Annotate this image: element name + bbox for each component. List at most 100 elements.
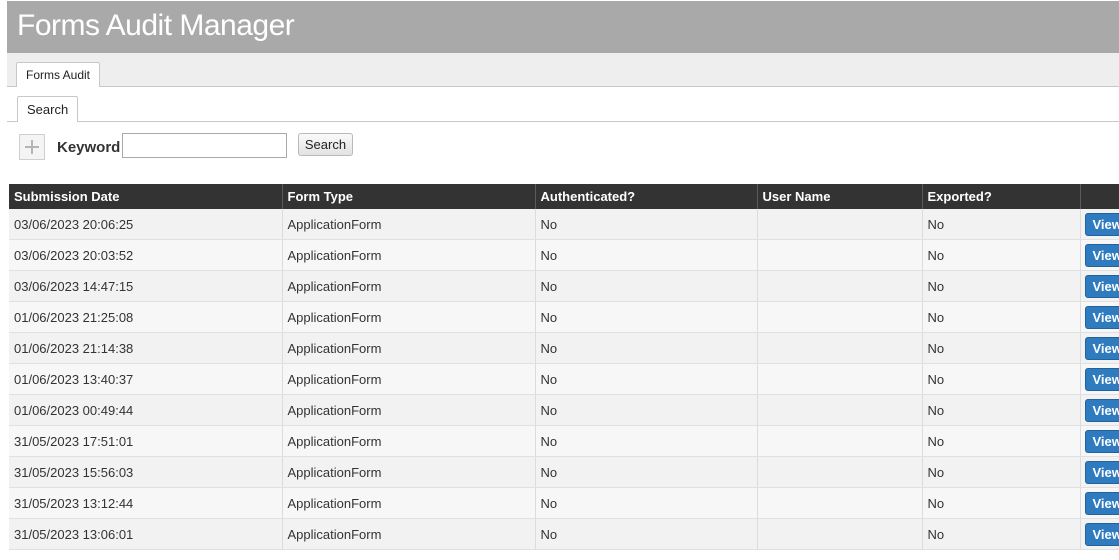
cell-submission-date: 01/06/2023 13:40:37 (9, 364, 282, 395)
cell-actions: View (1080, 302, 1119, 333)
cell-exported: No (922, 457, 1080, 488)
app-header: Forms Audit Manager (7, 1, 1119, 53)
table-row: 31/05/2023 13:12:44ApplicationFormNoNoVi… (9, 488, 1119, 519)
view-button[interactable]: View (1085, 523, 1119, 546)
cell-exported: No (922, 364, 1080, 395)
cell-exported: No (922, 488, 1080, 519)
table-header-row: Submission Date Form Type Authenticated?… (9, 184, 1119, 209)
cell-form-type: ApplicationForm (282, 302, 535, 333)
view-button[interactable]: View (1085, 368, 1119, 391)
cell-authenticated: No (535, 395, 757, 426)
column-header-user-name[interactable]: User Name (757, 184, 922, 209)
table-row: 01/06/2023 21:25:08ApplicationFormNoNoVi… (9, 302, 1119, 333)
cell-actions: View (1080, 240, 1119, 271)
cell-exported: No (922, 519, 1080, 550)
table-row: 01/06/2023 13:40:37ApplicationFormNoNoVi… (9, 364, 1119, 395)
cell-form-type: ApplicationForm (282, 488, 535, 519)
cell-authenticated: No (535, 364, 757, 395)
keyword-label: Keyword (57, 139, 120, 156)
cell-submission-date: 01/06/2023 21:25:08 (9, 302, 282, 333)
keyword-input[interactable] (122, 133, 287, 158)
table-row: 01/06/2023 00:49:44ApplicationFormNoNoVi… (9, 395, 1119, 426)
cell-actions: View (1080, 395, 1119, 426)
cell-user-name (757, 488, 922, 519)
cell-user-name (757, 395, 922, 426)
column-header-exported[interactable]: Exported? (922, 184, 1080, 209)
cell-form-type: ApplicationForm (282, 333, 535, 364)
cell-exported: No (922, 426, 1080, 457)
cell-user-name (757, 271, 922, 302)
view-button[interactable]: View (1085, 275, 1119, 298)
view-button[interactable]: View (1085, 399, 1119, 422)
cell-actions: View (1080, 426, 1119, 457)
column-header-submission-date[interactable]: Submission Date (9, 184, 282, 209)
cell-actions: View (1080, 364, 1119, 395)
cell-actions: View (1080, 457, 1119, 488)
cell-user-name (757, 240, 922, 271)
cell-user-name (757, 209, 922, 240)
cell-user-name (757, 519, 922, 550)
cell-actions: View (1080, 333, 1119, 364)
table-row: 03/06/2023 14:47:15ApplicationFormNoNoVi… (9, 271, 1119, 302)
cell-exported: No (922, 333, 1080, 364)
view-button[interactable]: View (1085, 213, 1119, 236)
cell-actions: View (1080, 488, 1119, 519)
cell-form-type: ApplicationForm (282, 519, 535, 550)
tab-search[interactable]: Search (17, 96, 78, 122)
view-button[interactable]: View (1085, 492, 1119, 515)
cell-submission-date: 03/06/2023 14:47:15 (9, 271, 282, 302)
table-row: 31/05/2023 17:51:01ApplicationFormNoNoVi… (9, 426, 1119, 457)
view-button[interactable]: View (1085, 461, 1119, 484)
view-button[interactable]: View (1085, 430, 1119, 453)
cell-authenticated: No (535, 271, 757, 302)
app-title: Forms Audit Manager (17, 9, 294, 43)
cell-exported: No (922, 209, 1080, 240)
plus-icon (24, 139, 40, 155)
cell-submission-date: 01/06/2023 00:49:44 (9, 395, 282, 426)
cell-submission-date: 31/05/2023 15:56:03 (9, 457, 282, 488)
cell-user-name (757, 457, 922, 488)
cell-submission-date: 03/06/2023 20:03:52 (9, 240, 282, 271)
table-row: 03/06/2023 20:06:25ApplicationFormNoNoVi… (9, 209, 1119, 240)
view-button[interactable]: View (1085, 244, 1119, 267)
cell-user-name (757, 426, 922, 457)
cell-actions: View (1080, 519, 1119, 550)
cell-submission-date: 31/05/2023 13:06:01 (9, 519, 282, 550)
column-header-form-type[interactable]: Form Type (282, 184, 535, 209)
cell-user-name (757, 364, 922, 395)
table-row: 01/06/2023 21:14:38ApplicationFormNoNoVi… (9, 333, 1119, 364)
column-header-actions (1080, 184, 1119, 209)
cell-form-type: ApplicationForm (282, 209, 535, 240)
view-button[interactable]: View (1085, 337, 1119, 360)
table-row: 31/05/2023 13:06:01ApplicationFormNoNoVi… (9, 519, 1119, 550)
table-row: 31/05/2023 15:56:03ApplicationFormNoNoVi… (9, 457, 1119, 488)
tab-forms-audit[interactable]: Forms Audit (16, 62, 100, 87)
cell-form-type: ApplicationForm (282, 395, 535, 426)
cell-authenticated: No (535, 209, 757, 240)
add-filter-button[interactable] (19, 134, 45, 160)
cell-authenticated: No (535, 519, 757, 550)
search-button[interactable]: Search (298, 133, 353, 156)
cell-authenticated: No (535, 240, 757, 271)
cell-submission-date: 01/06/2023 21:14:38 (9, 333, 282, 364)
cell-actions: View (1080, 271, 1119, 302)
cell-submission-date: 31/05/2023 13:12:44 (9, 488, 282, 519)
cell-form-type: ApplicationForm (282, 271, 535, 302)
cell-user-name (757, 333, 922, 364)
cell-exported: No (922, 395, 1080, 426)
audit-table: Submission Date Form Type Authenticated?… (9, 184, 1119, 550)
cell-authenticated: No (535, 426, 757, 457)
cell-actions: View (1080, 209, 1119, 240)
cell-authenticated: No (535, 302, 757, 333)
cell-user-name (757, 302, 922, 333)
cell-exported: No (922, 271, 1080, 302)
cell-authenticated: No (535, 333, 757, 364)
column-header-authenticated[interactable]: Authenticated? (535, 184, 757, 209)
cell-authenticated: No (535, 488, 757, 519)
cell-exported: No (922, 302, 1080, 333)
tab-divider (7, 121, 1119, 122)
cell-exported: No (922, 240, 1080, 271)
cell-form-type: ApplicationForm (282, 457, 535, 488)
table-row: 03/06/2023 20:03:52ApplicationFormNoNoVi… (9, 240, 1119, 271)
view-button[interactable]: View (1085, 306, 1119, 329)
